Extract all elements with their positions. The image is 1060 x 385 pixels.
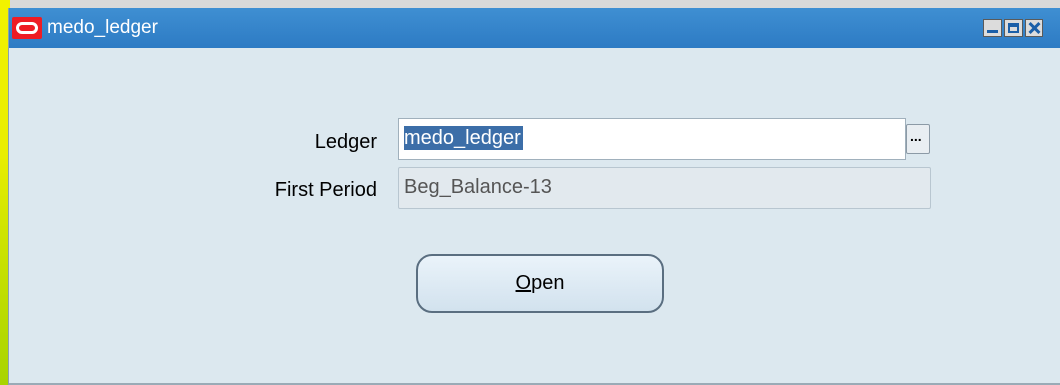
first-period-value: Beg_Balance-13 xyxy=(404,176,552,198)
open-button[interactable]: Open xyxy=(416,254,664,313)
ledger-field-value: medo_ledger xyxy=(404,126,523,150)
oracle-app-icon xyxy=(12,17,42,39)
first-period-label: First Period xyxy=(274,179,377,201)
ledger-list-of-values-button[interactable]: ... xyxy=(906,124,930,154)
ellipsis-icon: ... xyxy=(910,128,922,144)
minimize-icon[interactable] xyxy=(983,19,1002,37)
first-period-field[interactable]: Beg_Balance-13 xyxy=(398,167,931,209)
ledger-field[interactable]: medo_ledger xyxy=(398,118,906,160)
window-title: medo_ledger xyxy=(47,17,158,38)
form-window: medo_ledger Ledger medo_ledger ... First… xyxy=(8,8,1060,385)
maximize-icon[interactable] xyxy=(1004,19,1023,37)
close-icon[interactable] xyxy=(1025,19,1043,37)
open-button-label-rest: pen xyxy=(531,272,565,294)
open-button-mnemonic: O xyxy=(515,272,532,294)
ledger-label: Ledger xyxy=(314,131,377,153)
title-bar[interactable]: medo_ledger xyxy=(9,8,1060,48)
